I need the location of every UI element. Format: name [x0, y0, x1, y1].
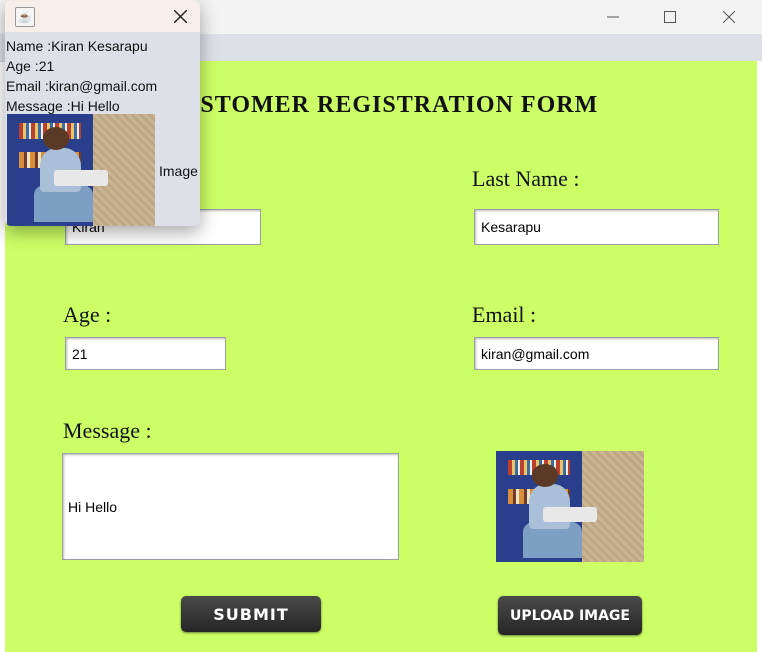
email-field[interactable]: kiran@gmail.com — [474, 337, 719, 370]
maximize-button[interactable] — [641, 0, 699, 34]
close-icon — [723, 11, 735, 23]
age-field[interactable]: 21 — [65, 337, 226, 370]
age-label: Age : — [63, 302, 112, 327]
popup-name-text: Name :Kiran Kesarapu — [6, 38, 148, 54]
popup-close-button[interactable] — [163, 0, 197, 32]
last-name-field[interactable]: Kesarapu — [474, 209, 719, 245]
popup-message-text: Message :Hi Hello — [6, 98, 120, 114]
maximize-icon — [664, 11, 676, 23]
message-label: Message : — [63, 418, 152, 443]
details-popup-window: ☕ Name :Kiran Kesarapu Age :21 Email :ki… — [5, 0, 200, 226]
close-window-button[interactable] — [700, 0, 758, 34]
submit-button[interactable]: SUBMIT — [181, 596, 321, 632]
popup-email-text: Email :kiran@gmail.com — [6, 78, 158, 94]
minimize-icon — [607, 16, 619, 18]
email-label: Email : — [472, 302, 537, 327]
popup-image-label: Image — [159, 163, 198, 179]
minimize-button[interactable] — [584, 0, 642, 34]
close-icon — [173, 9, 187, 23]
popup-age-text: Age :21 — [6, 58, 55, 74]
upload-image-button[interactable]: UPLOAD IMAGE — [498, 596, 642, 635]
java-app-icon: ☕ — [15, 7, 35, 27]
background-window-edge — [757, 61, 762, 652]
last-name-label: Last Name : — [472, 166, 580, 191]
popup-image — [7, 114, 155, 226]
message-textarea[interactable]: Hi Hello — [62, 453, 399, 560]
uploaded-image-preview — [496, 451, 644, 562]
popup-titlebar: ☕ — [5, 0, 200, 32]
